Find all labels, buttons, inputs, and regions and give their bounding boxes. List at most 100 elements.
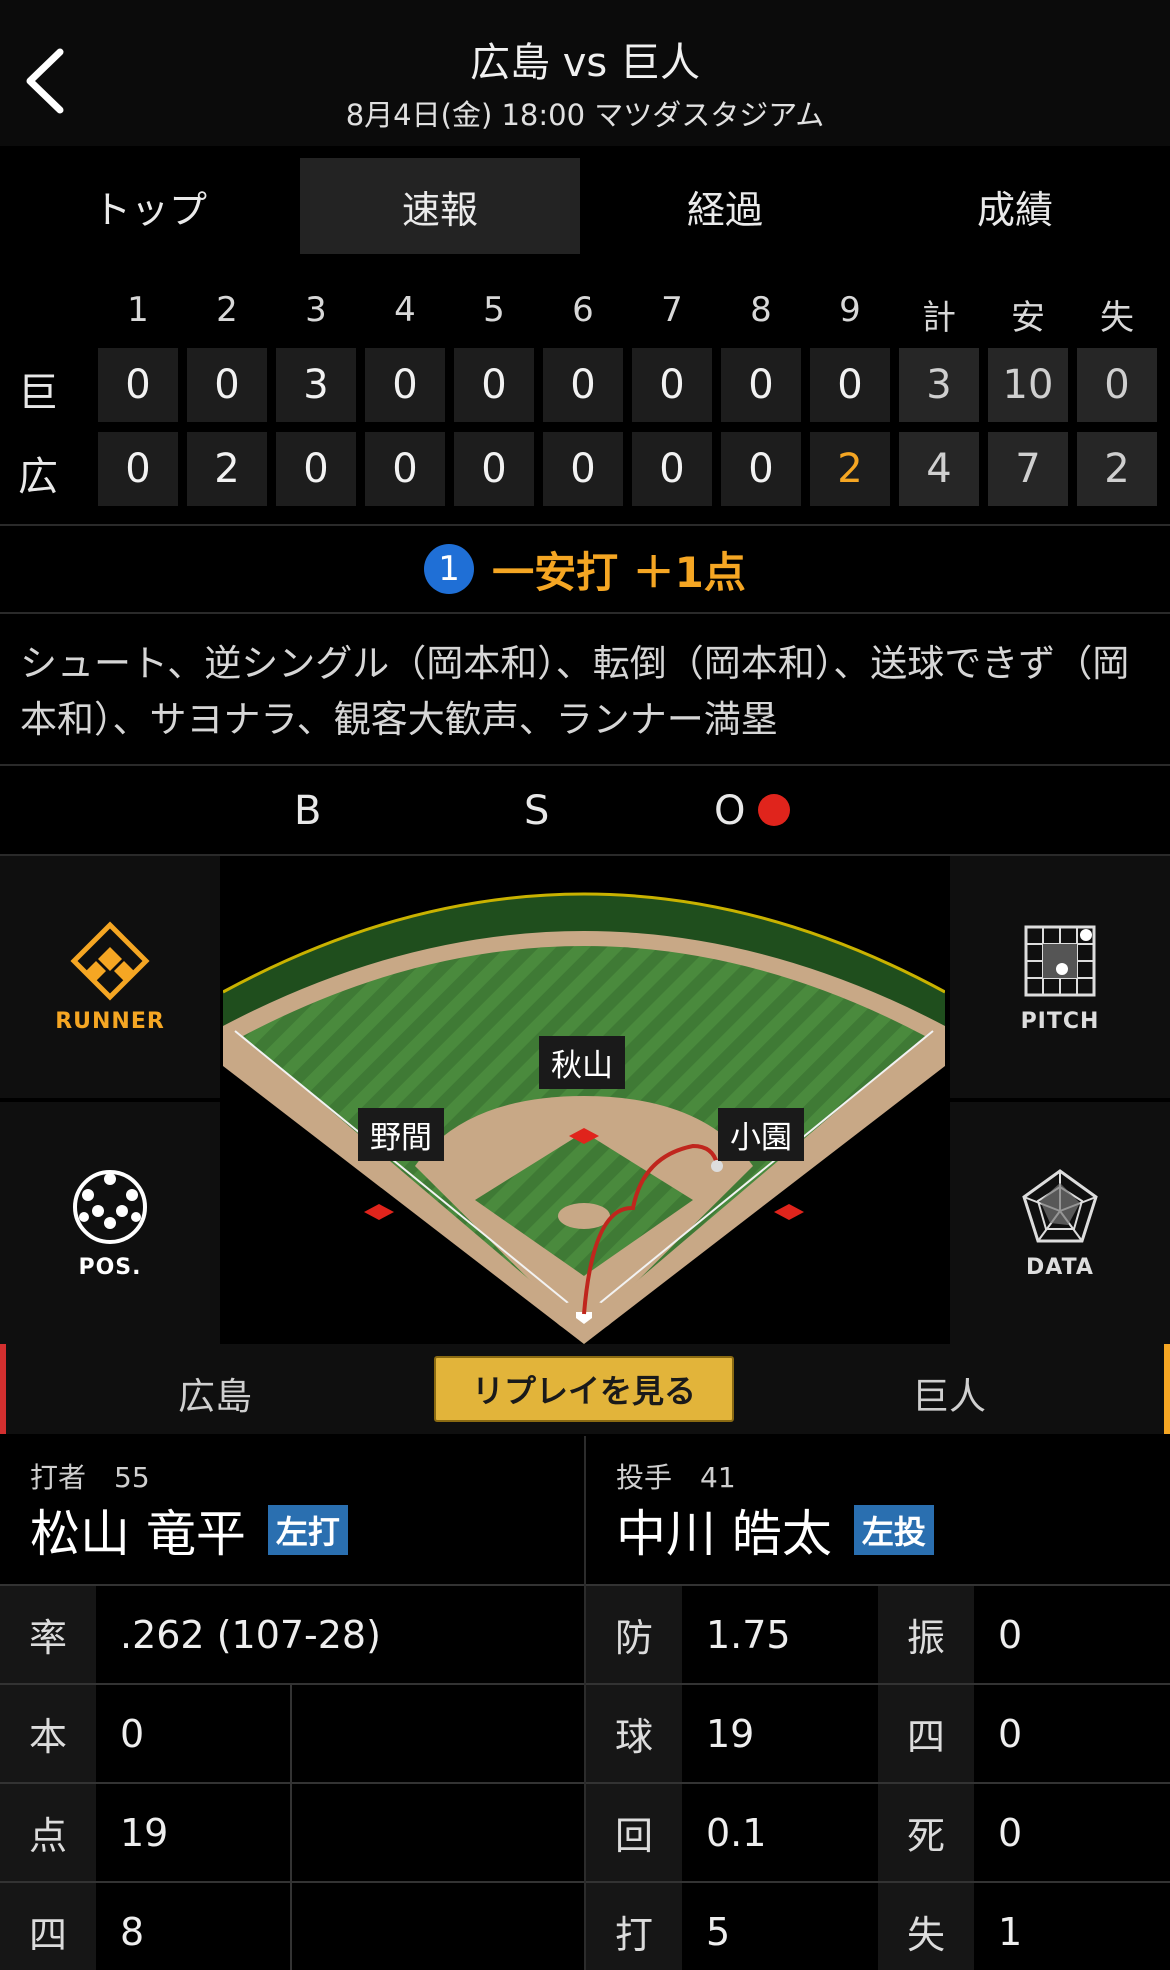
inning-label: 8 <box>750 290 772 330</box>
stat-value: 1.75 <box>684 1586 876 1683</box>
score-cell-current: 2 <box>810 432 890 506</box>
pitcher-name-row: 中川 皓太 左投 <box>616 1494 934 1566</box>
stat-value: 0 <box>98 1685 288 1782</box>
stat-value: .262 (107-28) <box>98 1586 584 1683</box>
batter-name: 松山 竜平 <box>30 1505 246 1563</box>
stat-key: 四 <box>0 1883 96 1970</box>
pitcher-info: 投手 41 中川 皓太 左投 <box>616 1436 1170 1584</box>
play-description: シュート、逆シングル（岡本和）、転倒（岡本和）、送球できず（岡本和）、サヨナラ、… <box>20 642 1130 741</box>
team-tab-away[interactable]: 巨人 <box>912 1366 986 1420</box>
inning-label: 4 <box>394 290 416 330</box>
errors-label: 失 <box>1100 298 1134 338</box>
positions-label: POS. <box>78 1254 142 1280</box>
pitcher-role: 投手 41 <box>616 1461 736 1494</box>
score-cell: 0 <box>365 432 445 506</box>
score-cell: 0 <box>632 348 712 422</box>
tab-live[interactable]: 速報 <box>300 158 580 254</box>
team-label-away: 巨 <box>18 370 58 416</box>
stat-value: 0 <box>976 1784 1170 1881</box>
inning-label: 1 <box>127 290 149 330</box>
stat-key: 振 <box>878 1586 974 1683</box>
batter-name-row: 松山 竜平 左打 <box>30 1494 348 1566</box>
play-result: 1 一安打 ＋1点 <box>0 526 1170 612</box>
tab-top[interactable]: トップ <box>0 158 300 254</box>
field-panel: RUNNER POS. PITCH DATA 秋山 野間 小園 <box>0 856 1170 1344</box>
stat-key: 四 <box>878 1685 974 1782</box>
tab-bar: トップ 速報 経過 成績 <box>0 146 1170 270</box>
away-color-bar <box>1164 1344 1170 1434</box>
pitch-button[interactable]: PITCH <box>950 856 1170 1098</box>
stat-value: 8 <box>98 1883 288 1970</box>
team-label-home: 広 <box>18 454 58 500</box>
grid-line <box>290 1685 292 1970</box>
fielder-label-right: 小園 <box>718 1108 804 1161</box>
score-cell: 0 <box>721 348 801 422</box>
batter-hand-badge: 左打 <box>267 1505 348 1555</box>
game-info: 8月4日(金) 18:00 マツダスタジアム <box>345 98 825 132</box>
play-number-badge: 1 <box>424 544 475 594</box>
baseball-field <box>223 856 945 1344</box>
score-cell: 0 <box>454 432 534 506</box>
stat-key: 失 <box>878 1883 974 1970</box>
hits-label: 安 <box>1011 298 1045 338</box>
runner-button[interactable]: RUNNER <box>0 856 220 1098</box>
score-cell: 0 <box>632 432 712 506</box>
stat-key: 回 <box>586 1784 682 1881</box>
count-indicator: B S O <box>0 770 1170 854</box>
column-divider <box>584 1436 586 1970</box>
score-cell: 0 <box>276 432 356 506</box>
replay-button[interactable]: リプレイを見る <box>434 1356 734 1422</box>
pitcher-hand-badge: 左投 <box>853 1505 934 1555</box>
errors-cell: 0 <box>1077 348 1157 422</box>
score-cell: 2 <box>187 432 267 506</box>
inning-label: 5 <box>483 290 505 330</box>
positions-icon <box>73 1169 147 1244</box>
pitch-label: PITCH <box>1020 1008 1100 1034</box>
out-label: O <box>714 788 746 834</box>
team-tab-home[interactable]: 広島 <box>178 1366 252 1420</box>
stat-value: 19 <box>98 1784 288 1881</box>
data-button[interactable]: DATA <box>950 1102 1170 1344</box>
tab-progress[interactable]: 経過 <box>580 158 870 254</box>
total-cell: 4 <box>899 432 979 506</box>
total-cell: 3 <box>899 348 979 422</box>
positions-button[interactable]: POS. <box>0 1102 220 1344</box>
pitch-grid-icon <box>1024 925 1096 996</box>
radar-chart-icon <box>1022 1168 1098 1242</box>
stat-key: 球 <box>586 1685 682 1782</box>
score-cell: 0 <box>187 348 267 422</box>
score-cell: 0 <box>543 348 623 422</box>
play-result-text: 一安打 ＋1点 <box>492 547 746 597</box>
stat-key: 死 <box>878 1784 974 1881</box>
score-cell: 0 <box>98 348 178 422</box>
stat-value: 0.1 <box>684 1784 876 1881</box>
score-cell: 0 <box>454 348 534 422</box>
stat-value: 0 <box>976 1586 1170 1683</box>
inning-label: 9 <box>839 290 861 330</box>
divider <box>0 764 1170 766</box>
total-label: 計 <box>922 298 956 338</box>
divider <box>0 612 1170 614</box>
ball-label: B <box>294 788 322 834</box>
runner-icon <box>70 920 150 1001</box>
out-indicator-dot <box>758 794 790 826</box>
page-title: 広島 vs 巨人 <box>470 40 700 86</box>
fielder-label-center: 秋山 <box>539 1036 625 1089</box>
stat-value: 19 <box>684 1685 876 1782</box>
stat-key: 防 <box>586 1586 682 1683</box>
tab-stats[interactable]: 成績 <box>870 158 1160 254</box>
stat-key: 本 <box>0 1685 96 1782</box>
score-cell: 0 <box>721 432 801 506</box>
stat-value: 5 <box>684 1883 876 1970</box>
stat-key: 率 <box>0 1586 96 1683</box>
score-cell: 0 <box>810 348 890 422</box>
runner-label: RUNNER <box>55 1008 165 1034</box>
score-cell: 0 <box>543 432 623 506</box>
hits-cell: 7 <box>988 432 1068 506</box>
errors-cell: 2 <box>1077 432 1157 506</box>
stat-key: 点 <box>0 1784 96 1881</box>
stat-key: 打 <box>586 1883 682 1970</box>
score-cell: 0 <box>98 432 178 506</box>
header: 広島 vs 巨人 8月4日(金) 18:00 マツダスタジアム <box>0 0 1170 146</box>
score-cell: 0 <box>365 348 445 422</box>
